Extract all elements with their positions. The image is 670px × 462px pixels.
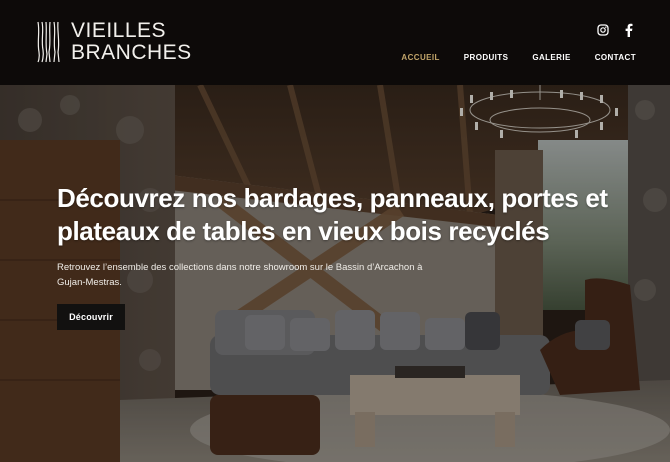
brand-name-line-2: BRANCHES <box>71 41 192 64</box>
nav-item-galerie[interactable]: GALERIE <box>532 53 570 62</box>
facebook-icon[interactable] <box>623 23 635 37</box>
main-navigation: ACCUEIL PRODUITS GALERIE CONTACT <box>377 53 636 62</box>
brand-name: VIEILLES BRANCHES <box>71 20 192 64</box>
nav-item-contact[interactable]: CONTACT <box>595 53 636 62</box>
social-links <box>597 23 635 37</box>
nav-item-accueil[interactable]: ACCUEIL <box>401 53 439 62</box>
brand-name-line-1: VIEILLES <box>71 19 167 42</box>
hero-subtitle: Retrouvez l’ensemble des collections dan… <box>57 262 423 288</box>
brand-logo[interactable]: VIEILLES BRANCHES <box>35 20 192 64</box>
discover-button[interactable]: Découvrir <box>57 304 125 330</box>
instagram-icon[interactable] <box>597 23 609 37</box>
hero-title: Découvrez nos bardages, panneaux, portes… <box>57 183 608 246</box>
wood-grain-logo-icon <box>37 21 60 63</box>
nav-item-produits[interactable]: PRODUITS <box>464 53 509 62</box>
site-header: VIEILLES BRANCHES ACCUEIL PRODUITS GALER… <box>0 0 670 85</box>
